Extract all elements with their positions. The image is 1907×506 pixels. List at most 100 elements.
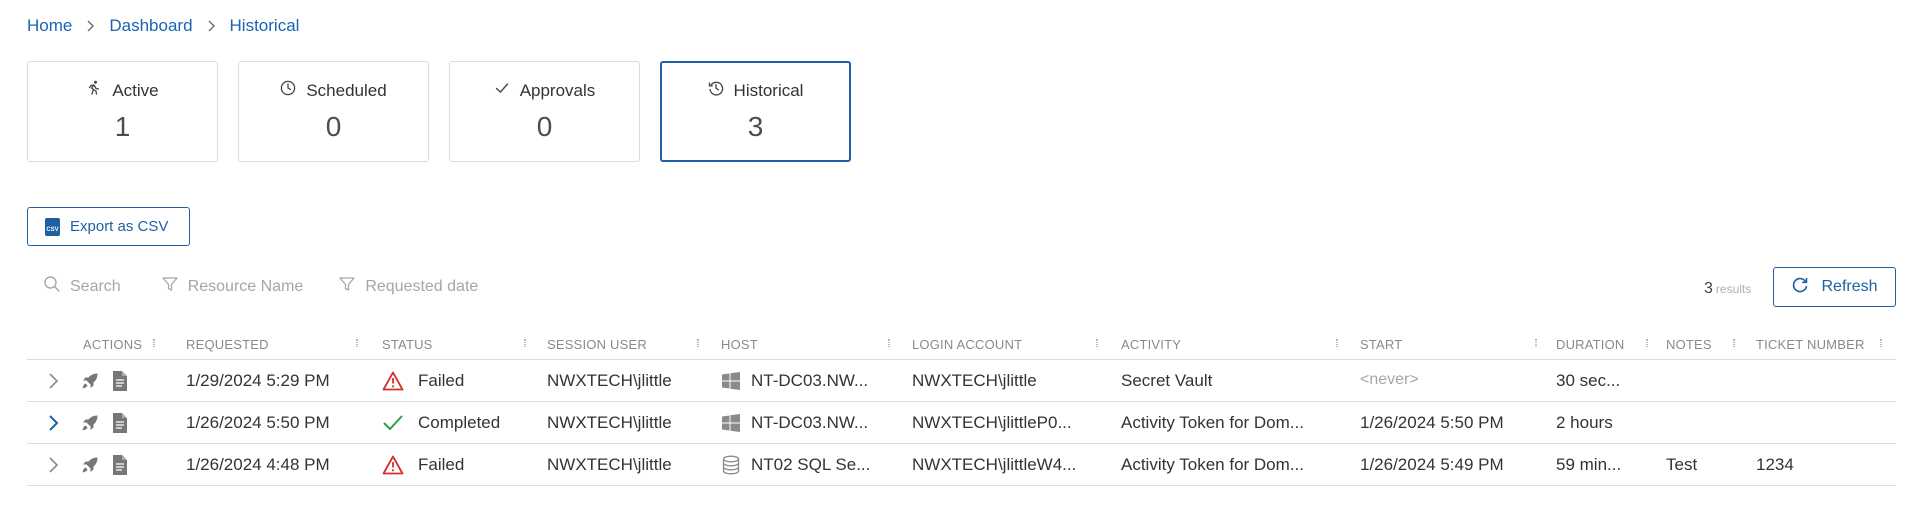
column-resize-handle[interactable]: [1096, 339, 1098, 347]
refresh-button[interactable]: Refresh: [1773, 267, 1896, 307]
column-resize-handle[interactable]: [153, 339, 155, 347]
card-label: Approvals: [519, 80, 596, 100]
refresh-label: Refresh: [1821, 278, 1878, 295]
search-placeholder: Search: [70, 277, 121, 295]
card-label: Historical: [733, 80, 804, 100]
expand-row-chevron-icon[interactable]: [46, 456, 60, 474]
history-table: ACTIONS REQUESTED STATUS SESSION USER HO…: [27, 325, 1896, 486]
requested-date-filter[interactable]: Requested date: [338, 275, 478, 298]
card-label: Active: [112, 80, 159, 100]
column-header-ticket-number[interactable]: TICKET NUMBER: [1756, 337, 1865, 352]
table-row[interactable]: 1/26/2024 5:50 PM Completed NWXTECH\jlit…: [27, 402, 1896, 444]
host-text: NT-DC03.NW...: [751, 413, 869, 432]
column-resize-handle[interactable]: [356, 339, 358, 347]
column-resize-handle[interactable]: [1646, 339, 1648, 347]
card-approvals[interactable]: Approvals 0: [449, 61, 640, 162]
requested-cell: 1/26/2024 4:48 PM: [186, 455, 330, 474]
export-csv-label: Export as CSV: [70, 218, 169, 235]
column-resize-handle[interactable]: [524, 339, 526, 347]
card-historical[interactable]: Historical 3: [660, 61, 851, 162]
host-cell[interactable]: NT02 SQL Se...: [721, 455, 870, 475]
status-text: Failed: [418, 455, 465, 474]
column-resize-handle[interactable]: [1733, 339, 1735, 347]
breadcrumb-historical[interactable]: Historical: [230, 16, 300, 36]
session-user-cell: NWXTECH\jlittle: [547, 455, 672, 474]
column-resize-handle[interactable]: [697, 339, 699, 347]
requested-cell: 1/29/2024 5:29 PM: [186, 371, 330, 390]
launch-rocket-icon[interactable]: [80, 455, 100, 475]
checkmark-icon: [494, 80, 510, 101]
column-header-actions[interactable]: ACTIONS: [83, 337, 142, 352]
column-header-login-account[interactable]: LOGIN ACCOUNT: [912, 337, 1022, 352]
status-cell: Failed: [382, 371, 464, 391]
document-log-icon[interactable]: [111, 370, 129, 392]
status-text: Failed: [418, 371, 465, 390]
ticket-number-cell: 1234: [1756, 455, 1794, 474]
requested-date-label: Requested date: [365, 277, 479, 295]
database-icon: [721, 455, 741, 475]
results-count: 3 results: [1704, 280, 1751, 298]
results-number: 3: [1704, 280, 1713, 297]
host-text: NT-DC03.NW...: [751, 371, 869, 390]
checkmark-icon: [382, 413, 404, 433]
search-input[interactable]: Search: [43, 275, 121, 298]
table-row[interactable]: 1/29/2024 5:29 PM Failed NWXTECH\jlittle…: [27, 360, 1896, 402]
resource-name-label: Resource Name: [187, 277, 304, 295]
expand-row-chevron-icon[interactable]: [46, 372, 60, 390]
host-text: NT02 SQL Se...: [751, 455, 871, 474]
status-text: Completed: [418, 413, 501, 432]
export-csv-button[interactable]: CSV Export as CSV: [27, 207, 190, 246]
launch-rocket-icon[interactable]: [80, 413, 100, 433]
running-person-icon: [86, 80, 102, 101]
notes-cell: Test: [1666, 455, 1698, 474]
document-log-icon[interactable]: [111, 412, 129, 434]
csv-file-icon: CSV: [45, 217, 60, 236]
table-header: ACTIONS REQUESTED STATUS SESSION USER HO…: [27, 325, 1896, 360]
breadcrumb-dashboard[interactable]: Dashboard: [109, 16, 192, 36]
card-count: 1: [114, 111, 131, 142]
column-header-host[interactable]: HOST: [721, 337, 758, 352]
windows-icon: [721, 371, 741, 391]
document-log-icon[interactable]: [111, 454, 129, 476]
column-header-activity[interactable]: ACTIVITY: [1121, 337, 1181, 352]
card-count: 0: [325, 111, 342, 142]
activity-cell: Activity Token for Dom...: [1121, 413, 1304, 432]
windows-icon: [721, 413, 741, 433]
card-scheduled[interactable]: Scheduled 0: [238, 61, 429, 162]
column-resize-handle[interactable]: [1535, 339, 1537, 347]
login-account-cell: NWXTECH\jlittleP0...: [912, 413, 1072, 432]
column-resize-handle[interactable]: [888, 339, 890, 347]
table-row[interactable]: 1/26/2024 4:48 PM Failed NWXTECH\jlittle…: [27, 444, 1896, 486]
warning-triangle-icon: [382, 371, 404, 391]
chevron-right-icon: [86, 20, 95, 32]
duration-cell: 59 min...: [1556, 455, 1622, 474]
column-header-session-user[interactable]: SESSION USER: [547, 337, 647, 352]
column-header-duration[interactable]: DURATION: [1556, 337, 1625, 352]
activity-cell: Activity Token for Dom...: [1121, 455, 1304, 474]
filter-icon: [338, 275, 356, 298]
column-resize-handle[interactable]: [1880, 339, 1882, 347]
card-active[interactable]: Active 1: [27, 61, 218, 162]
card-count: 0: [536, 111, 553, 142]
start-cell: 1/26/2024 5:50 PM: [1360, 413, 1504, 432]
host-cell[interactable]: NT-DC03.NW...: [721, 413, 868, 433]
column-header-status[interactable]: STATUS: [382, 337, 433, 352]
card-count: 3: [747, 111, 764, 142]
card-label: Scheduled: [306, 80, 387, 100]
filter-icon: [161, 275, 179, 298]
column-header-notes[interactable]: NOTES: [1666, 337, 1712, 352]
column-header-start[interactable]: START: [1360, 337, 1402, 352]
history-icon: [708, 80, 724, 101]
duration-cell: 2 hours: [1556, 413, 1613, 432]
breadcrumb-home[interactable]: Home: [27, 16, 72, 36]
resource-name-filter[interactable]: Resource Name: [161, 275, 304, 298]
host-cell[interactable]: NT-DC03.NW...: [721, 371, 868, 391]
activity-cell: Secret Vault: [1121, 371, 1213, 390]
login-account-cell: NWXTECH\jlittleW4...: [912, 455, 1077, 474]
expand-row-chevron-icon[interactable]: [46, 414, 60, 432]
launch-rocket-icon[interactable]: [80, 371, 100, 391]
column-header-requested[interactable]: REQUESTED: [186, 337, 269, 352]
column-resize-handle[interactable]: [1336, 339, 1338, 347]
duration-cell: 30 sec...: [1556, 371, 1621, 390]
refresh-icon: [1791, 276, 1809, 299]
